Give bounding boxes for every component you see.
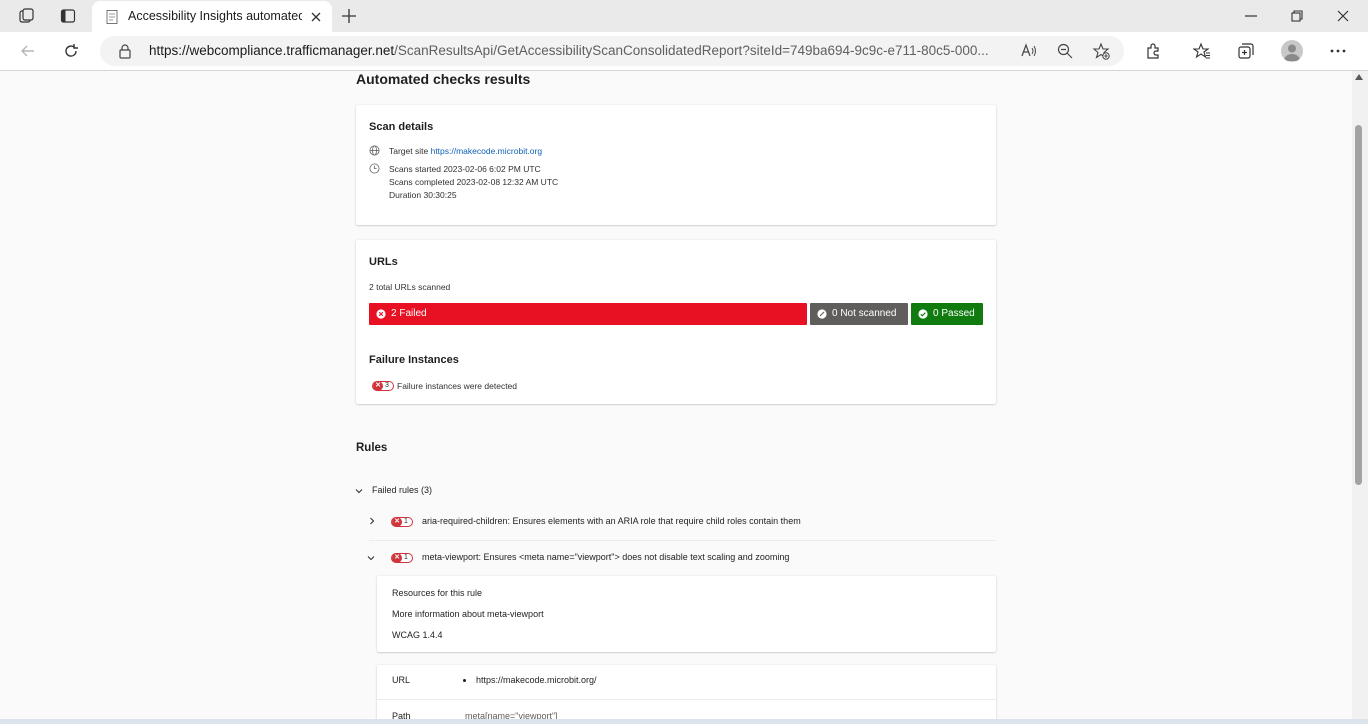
instance-path-label: Path (392, 711, 411, 719)
rule-meta-viewport[interactable]: meta-viewport: Ensures <meta name="viewp… (422, 552, 789, 562)
active-tab[interactable]: Accessibility Insights automated (92, 1, 332, 32)
passed-urls-bar[interactable]: 0 Passed (911, 303, 983, 325)
lock-icon[interactable] (118, 43, 132, 59)
target-site-link[interactable]: https://makecode.microbit.org (431, 146, 543, 156)
failure-instance-card: URL https://makecode.microbit.org/ Path … (377, 665, 996, 719)
failed-rules-group[interactable]: Failed rules (3) (372, 485, 432, 495)
cross-icon: ✕ (392, 517, 402, 527)
refresh-icon[interactable] (62, 42, 80, 60)
instance-path-value: meta[name="viewport"] (465, 711, 558, 719)
resources-heading: Resources for this rule (392, 588, 483, 598)
not-scanned-urls-label: 0 Not scanned (832, 308, 897, 319)
window-bottom-edge (0, 719, 1368, 724)
urls-total: 2 total URLs scanned (369, 282, 451, 292)
scans-started: Scans started 2023-02-06 6:02 PM UTC (389, 164, 541, 174)
chevron-right-icon[interactable] (367, 516, 377, 526)
cross-icon: ✕ (392, 553, 402, 563)
globe-icon (369, 145, 380, 156)
tab-title: Accessibility Insights automated (128, 9, 302, 23)
scan-details-heading: Scan details (369, 121, 434, 133)
vertical-tabs-icon[interactable] (59, 7, 77, 25)
close-icon[interactable] (308, 9, 324, 25)
blocked-icon (817, 309, 827, 319)
favorites-icon[interactable] (1193, 42, 1211, 60)
rule-count-badge: ✕ 1 (391, 517, 413, 527)
address-toolbar: https://webcompliance.trafficmanager.net… (0, 32, 1368, 71)
passed-urls-label: 0 Passed (933, 308, 975, 319)
rules-heading: Rules (356, 442, 388, 454)
add-favorite-icon[interactable] (1092, 42, 1110, 60)
chevron-down-icon[interactable] (366, 553, 376, 563)
error-icon (376, 309, 386, 319)
page-favicon-icon (106, 10, 118, 24)
instance-url-link[interactable]: https://makecode.microbit.org/ (476, 675, 597, 685)
rule-aria-required-children[interactable]: aria-required-children: Ensures elements… (422, 516, 801, 526)
zoom-icon[interactable] (1056, 42, 1074, 60)
scan-details-card: Scan details Target site https://makecod… (356, 105, 996, 225)
page-title: Automated checks results (356, 71, 531, 87)
rule-resources-card: Resources for this rule More information… (377, 576, 996, 652)
collections-icon[interactable] (1237, 42, 1255, 60)
instance-url-label: URL (392, 675, 411, 685)
back-icon[interactable] (19, 42, 37, 60)
failure-instances-text: Failure instances were detected (397, 381, 518, 391)
cross-icon: ✕ (373, 381, 383, 391)
read-aloud-icon[interactable] (1020, 42, 1038, 60)
new-tab-icon[interactable] (340, 7, 358, 25)
page-viewport: Automated checks results Scan details Ta… (0, 71, 1352, 719)
extensions-icon[interactable] (1144, 42, 1162, 60)
tab-strip: Accessibility Insights automated (0, 0, 1368, 32)
rule-count-badge: ✕ 1 (391, 553, 413, 563)
failure-count-badge: ✕ 3 (372, 381, 394, 391)
profile-icon[interactable] (1281, 40, 1303, 62)
more-info-link[interactable]: More information about meta-viewport (392, 609, 544, 619)
scans-completed: Scans completed 2023-02-08 12:32 AM UTC (389, 177, 559, 187)
address-bar[interactable]: https://webcompliance.trafficmanager.net… (100, 36, 1124, 66)
minimize-icon[interactable] (1243, 8, 1259, 24)
scrollbar-thumb[interactable] (1355, 125, 1362, 485)
target-site: Target site https://makecode.microbit.or… (389, 146, 543, 156)
instance-divider (377, 699, 996, 700)
window-close-icon[interactable] (1335, 8, 1351, 24)
wcag-link[interactable]: WCAG 1.4.4 (392, 630, 443, 640)
workspaces-icon[interactable] (17, 7, 35, 25)
failed-urls-label: 2 Failed (391, 308, 427, 319)
failed-urls-bar[interactable]: 2 Failed (369, 303, 807, 325)
check-icon (918, 309, 928, 319)
clock-icon (369, 163, 380, 174)
not-scanned-urls-bar[interactable]: 0 Not scanned (810, 303, 908, 325)
scroll-up-arrow-icon[interactable] (1355, 74, 1363, 80)
scan-duration: Duration 30:30:25 (389, 190, 457, 200)
bullet (463, 679, 466, 682)
more-icon[interactable] (1329, 42, 1347, 60)
url-text[interactable]: https://webcompliance.trafficmanager.net… (149, 43, 1014, 58)
urls-heading: URLs (369, 256, 398, 268)
chevron-down-icon[interactable] (354, 486, 364, 496)
restore-icon[interactable] (1289, 8, 1305, 24)
failure-instances-heading: Failure Instances (369, 354, 459, 366)
rule-divider (369, 540, 996, 541)
